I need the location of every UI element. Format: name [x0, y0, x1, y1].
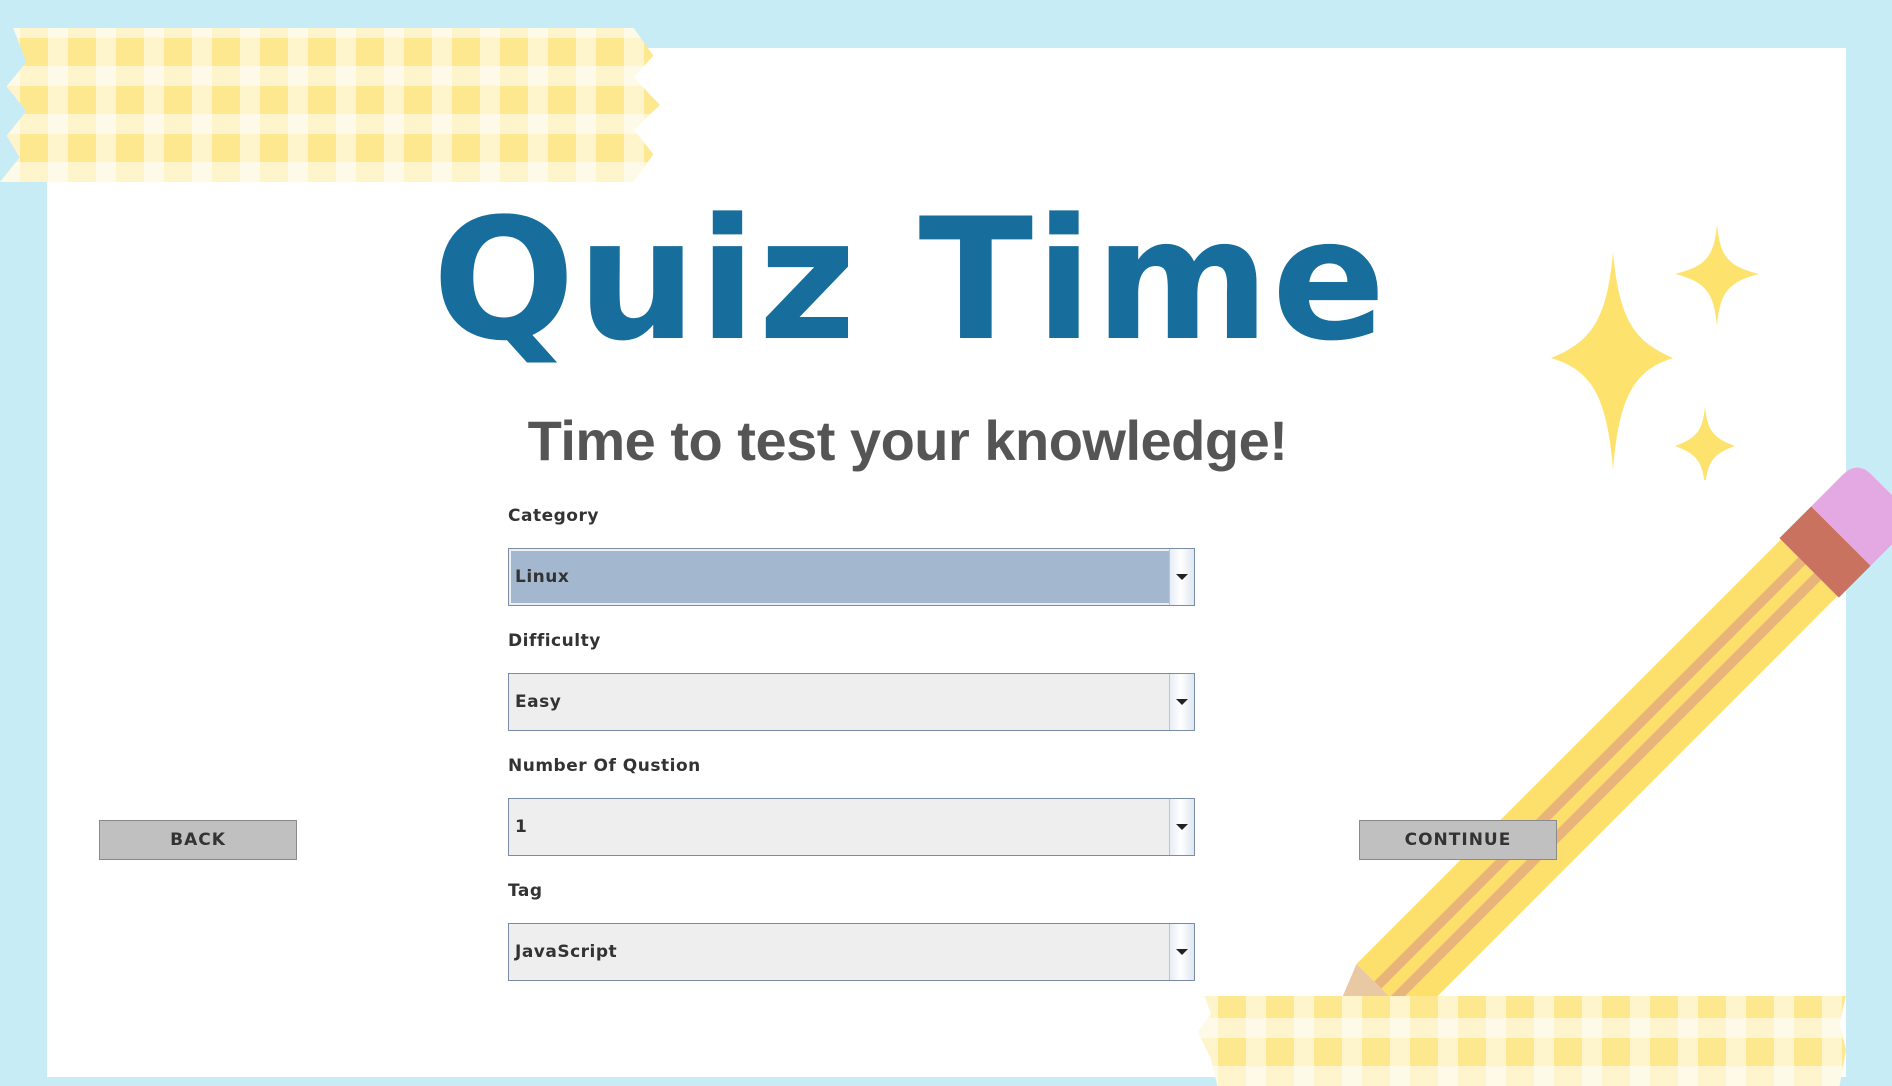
chevron-down-icon: [1176, 574, 1188, 580]
washi-tape-top: [0, 28, 660, 182]
page-title: Quiz Time: [432, 182, 1388, 378]
category-label: Category: [508, 506, 599, 526]
chevron-down-icon: [1176, 824, 1188, 830]
number-of-questions-label: Number Of Qustion: [508, 756, 701, 776]
category-dropdown[interactable]: Linux: [508, 548, 1195, 606]
category-dropdown-arrow[interactable]: [1169, 549, 1194, 605]
number-of-questions-dropdown-arrow[interactable]: [1169, 799, 1194, 855]
difficulty-label: Difficulty: [508, 631, 601, 651]
number-of-questions-dropdown[interactable]: 1: [508, 798, 1195, 856]
page-subtitle: Time to test your knowledge!: [527, 409, 1288, 472]
tag-dropdown[interactable]: JavaScript: [508, 923, 1195, 981]
tag-dropdown-arrow[interactable]: [1169, 924, 1194, 980]
tag-label: Tag: [508, 881, 543, 901]
chevron-down-icon: [1176, 949, 1188, 955]
difficulty-value: Easy: [515, 692, 562, 712]
back-button[interactable]: BACK: [99, 820, 297, 860]
number-of-questions-value: 1: [515, 817, 528, 837]
washi-tape-bottom: [1198, 996, 1846, 1086]
difficulty-dropdown-arrow[interactable]: [1169, 674, 1194, 730]
continue-button[interactable]: CONTINUE: [1359, 820, 1557, 860]
category-value: Linux: [511, 551, 1169, 603]
chevron-down-icon: [1176, 699, 1188, 705]
difficulty-dropdown[interactable]: Easy: [508, 673, 1195, 731]
tag-value: JavaScript: [515, 942, 618, 962]
pencil-icon: [1314, 467, 1892, 1063]
